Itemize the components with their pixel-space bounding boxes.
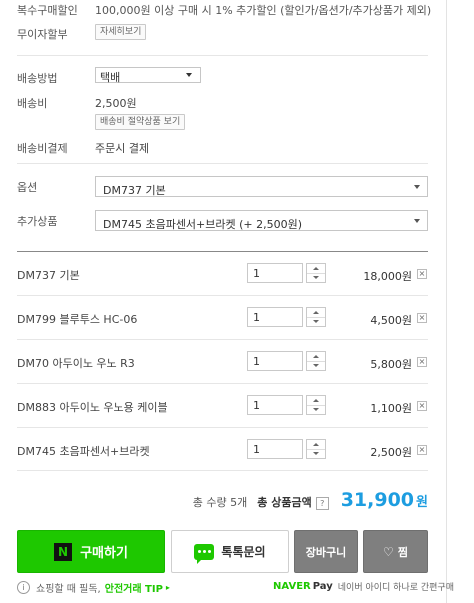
item-name: DM883 아두이노 우노용 케이블 xyxy=(17,401,168,414)
naver-pay-logo-text: NAVER xyxy=(273,581,311,592)
item-name: DM745 초음파센서+브라켓 xyxy=(17,445,150,458)
decrement-icon[interactable] xyxy=(307,273,325,282)
help-icon[interactable]: ? xyxy=(315,497,329,510)
wish-button-label: 찜 xyxy=(397,545,408,559)
decrement-icon[interactable] xyxy=(307,449,325,458)
total-amount-label: 총 상품금액 xyxy=(257,496,312,509)
shipping-saving-button[interactable]: 배송비 절약상품 보기 xyxy=(95,114,186,130)
safe-trade-notice: i 쇼핑할 때 필독, 안전거래 TIP ▸ xyxy=(17,580,170,595)
shipping-payment-value: 주문시 결제 xyxy=(95,142,150,155)
cart-button[interactable]: 장바구니 xyxy=(294,530,358,573)
naver-pay-desc: 네이버 아이디 하나로 간편구매 xyxy=(337,583,454,593)
divider xyxy=(17,295,428,296)
shipping-method-label: 배송방법 xyxy=(17,72,58,85)
decrement-icon[interactable] xyxy=(307,405,325,414)
chevron-right-icon: ▸ xyxy=(165,583,170,592)
safe-trade-prefix: 쇼핑할 때 필독, xyxy=(36,584,101,595)
option-label: 옵션 xyxy=(17,181,38,194)
item-price: 1,100원 xyxy=(370,402,412,415)
shipping-fee-value: 2,500원 xyxy=(95,97,137,110)
item-price: 5,800원 xyxy=(370,358,412,371)
multi-discount-label: 복수구매할인 xyxy=(17,4,78,17)
quantity-input[interactable]: 1 xyxy=(247,307,303,327)
cart-button-label: 장바구니 xyxy=(305,545,347,559)
buy-button[interactable]: N 구매하기 xyxy=(17,530,165,573)
talk-inquiry-button[interactable]: 톡톡문의 xyxy=(171,530,289,573)
chevron-down-icon xyxy=(414,185,420,189)
quantity-stepper[interactable] xyxy=(306,439,326,459)
item-name: DM799 블루투스 HC-06 xyxy=(17,313,138,326)
heart-icon: ♡ xyxy=(383,544,394,559)
option-select-value: DM737 기본 xyxy=(103,184,166,197)
naver-pay-notice: NAVER Pay 네이버 아이디 하나로 간편구매 xyxy=(273,580,454,593)
shipping-fee-label: 배송비 xyxy=(17,97,48,110)
remove-item-icon[interactable]: × xyxy=(417,269,427,279)
shipping-method-value: 택배 xyxy=(100,71,121,84)
remove-item-icon[interactable]: × xyxy=(417,313,427,323)
decrement-icon[interactable] xyxy=(307,361,325,370)
item-price: 2,500원 xyxy=(370,446,412,459)
total-summary: 총 수량 5개 총 상품금액 ? 31,900 원 xyxy=(193,489,428,511)
buy-button-label: 구매하기 xyxy=(80,546,128,561)
total-quantity: 총 수량 5개 xyxy=(192,496,248,509)
shipping-payment-label: 배송비결제 xyxy=(17,142,68,155)
naver-n-icon: N xyxy=(54,542,73,561)
divider xyxy=(17,339,428,340)
divider xyxy=(17,251,428,252)
total-amount: 31,900 xyxy=(340,489,415,511)
installment-label: 무이자할부 xyxy=(17,28,68,41)
shipping-method-select[interactable]: 택배 xyxy=(95,67,201,84)
divider xyxy=(17,55,428,56)
quantity-input[interactable]: 1 xyxy=(247,439,303,459)
quantity-stepper[interactable] xyxy=(306,351,326,371)
chevron-down-icon xyxy=(414,219,420,223)
option-select[interactable]: DM737 기본 xyxy=(95,176,428,197)
remove-item-icon[interactable]: × xyxy=(417,445,427,455)
info-icon: i xyxy=(17,581,30,594)
quantity-input[interactable]: 1 xyxy=(247,395,303,415)
remove-item-icon[interactable]: × xyxy=(417,401,427,411)
divider xyxy=(17,470,428,471)
total-amount-unit: 원 xyxy=(416,495,428,510)
item-name: DM70 아두이노 우노 R3 xyxy=(17,357,135,370)
multi-discount-text: 100,000원 이상 구매 시 1% 추가할인 (할인가/옵션가/추가상품가 … xyxy=(95,4,432,17)
quantity-stepper[interactable] xyxy=(306,395,326,415)
wish-button[interactable]: ♡ 찜 xyxy=(363,530,428,573)
addon-label: 추가상품 xyxy=(17,215,58,228)
chevron-down-icon xyxy=(186,73,192,77)
addon-select-value: DM745 초음파센서+브라켓 (+ 2,500원) xyxy=(103,218,303,231)
quantity-stepper[interactable] xyxy=(306,307,326,327)
quantity-input[interactable]: 1 xyxy=(247,263,303,283)
divider xyxy=(17,163,428,164)
page-right-border xyxy=(446,0,447,603)
divider xyxy=(17,383,428,384)
installment-detail-button[interactable]: 자세히보기 xyxy=(95,24,147,40)
decrement-icon[interactable] xyxy=(307,317,325,326)
divider xyxy=(17,427,428,428)
quantity-stepper[interactable] xyxy=(306,263,326,283)
talk-icon xyxy=(194,543,215,564)
item-price: 4,500원 xyxy=(370,314,412,327)
talk-inquiry-label: 톡톡문의 xyxy=(221,545,266,559)
remove-item-icon[interactable]: × xyxy=(417,357,427,367)
naver-pay-logo-pay: Pay xyxy=(312,581,333,592)
addon-select[interactable]: DM745 초음파센서+브라켓 (+ 2,500원) xyxy=(95,210,428,231)
item-price: 18,000원 xyxy=(363,270,412,283)
quantity-input[interactable]: 1 xyxy=(247,351,303,371)
item-name: DM737 기본 xyxy=(17,269,80,282)
safe-trade-tip-link[interactable]: 안전거래 TIP xyxy=(105,580,163,595)
